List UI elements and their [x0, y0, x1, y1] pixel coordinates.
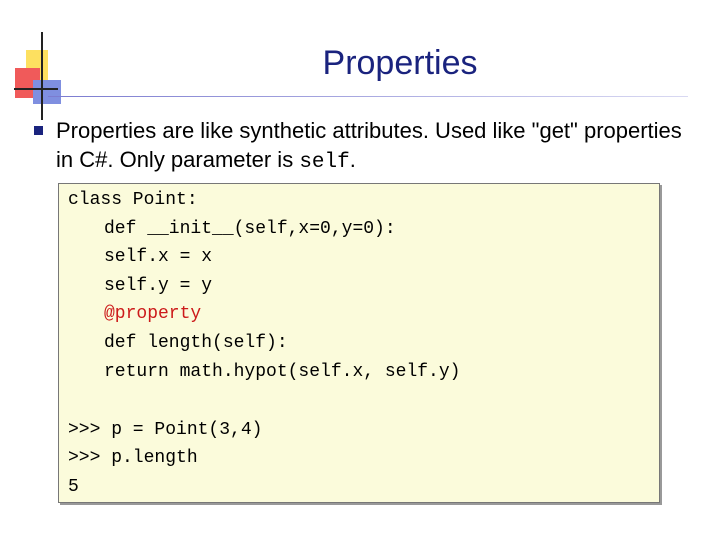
logo-horizontal-line: [14, 88, 58, 90]
title-divider: [48, 96, 688, 97]
code-line: def length(self):: [104, 333, 288, 353]
intro-text: Properties are like synthetic attributes…: [56, 118, 682, 172]
code-line-decorator: @property: [104, 304, 202, 324]
intro-code: self: [299, 151, 350, 174]
code-line: class Point:: [68, 190, 198, 210]
code-line: >>> p = Point(3,4): [68, 420, 263, 440]
intro-end: .: [349, 147, 356, 172]
bullet-icon: [34, 126, 43, 135]
intro-paragraph: Properties are like synthetic attributes…: [56, 116, 696, 177]
logo-blue-square: [33, 80, 61, 104]
code-line: def __init__(self,x=0,y=0):: [104, 219, 396, 239]
code-line: self.x = x: [104, 247, 213, 267]
code-line: return math.hypot(self.x, self.y): [104, 362, 461, 382]
code-line: self.y = y: [104, 276, 213, 296]
code-line: >>> p.length: [68, 448, 198, 468]
code-block: class Point: def __init__(self,x=0,y=0):…: [58, 183, 660, 503]
code-line-output: 5: [68, 477, 79, 497]
slide-title: Properties: [322, 44, 478, 82]
